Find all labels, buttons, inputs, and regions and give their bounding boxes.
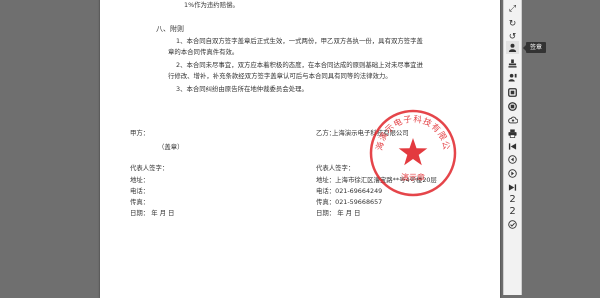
svg-text:上海演示电子科技有限公司: 上海演示电子科技有限公司: [368, 108, 451, 152]
party-a-fax: 传真：: [130, 198, 150, 206]
company-seal: 上海演示电子科技有限公司 演示章: [368, 108, 457, 197]
party-a-rep: 代表人签字：: [130, 164, 169, 172]
cloud-icon[interactable]: [506, 113, 519, 126]
clause-1-line-2: 章的本合同传真件有效。: [168, 48, 239, 56]
party-a-address: 地址：: [130, 176, 150, 184]
print-icon[interactable]: [506, 127, 519, 140]
seal-icon[interactable]: [506, 86, 519, 99]
party-b-fax: 传真：021-59668657: [316, 198, 383, 206]
stamp-icon[interactable]: [506, 57, 519, 70]
party-a-seal-note: （盖章）: [158, 143, 184, 151]
seal-text-bottom: 演示章: [401, 172, 425, 182]
date-seal-icon[interactable]: [506, 100, 519, 113]
clause-3: 3、本合同纠纷由原告所在地仲裁委员会处理。: [176, 85, 308, 93]
party-a-date: 日期： 年 月 日: [130, 209, 175, 217]
signature-toolbar: ⤢ ↻ ↺ 2 2: [503, 0, 522, 295]
party-a-label: 甲方：: [130, 129, 150, 137]
clause-2-line-1: 2、本合同未尽事宜，双方应本着积极的态度，在本合同达成的原则基础上对未尽事宜进: [176, 61, 423, 69]
user-sign-icon[interactable]: [506, 41, 519, 54]
next-page-icon[interactable]: [506, 167, 519, 180]
first-page-icon[interactable]: [506, 140, 519, 153]
document-page: 1%作为违约赔偿。 八、附则 1、本合同自双方签字盖章后正式生效，一式两份，甲乙…: [100, 0, 500, 298]
prev-page-icon[interactable]: [506, 153, 519, 166]
party-b-rep: 代表人签字：: [316, 164, 355, 172]
top-line: 1%作为违约赔偿。: [184, 1, 239, 9]
tooltip: 签章: [522, 42, 547, 53]
person-stamp-icon[interactable]: [506, 71, 519, 84]
rotate-icon[interactable]: ↻: [506, 18, 519, 31]
confirm-icon[interactable]: [506, 218, 519, 231]
clause-1-line-1: 1、本合同自双方签字盖章后正式生效，一式两份，甲乙双方各执一份，具有双方签字盖: [176, 37, 423, 45]
total-page-number: 2: [509, 205, 516, 217]
section-heading: 八、附则: [156, 25, 184, 33]
clause-2-line-2: 行修改、增补，补充条款经双方签字盖章认可后与本合同具有同等的法律效力。: [168, 72, 392, 80]
party-a-phone: 电话：: [130, 187, 150, 195]
seal-text-top: 上海演示电子科技有限公司: [368, 108, 450, 152]
party-b-date: 日期： 年 月 日: [316, 209, 361, 217]
expand-icon[interactable]: ⤢: [506, 3, 519, 16]
